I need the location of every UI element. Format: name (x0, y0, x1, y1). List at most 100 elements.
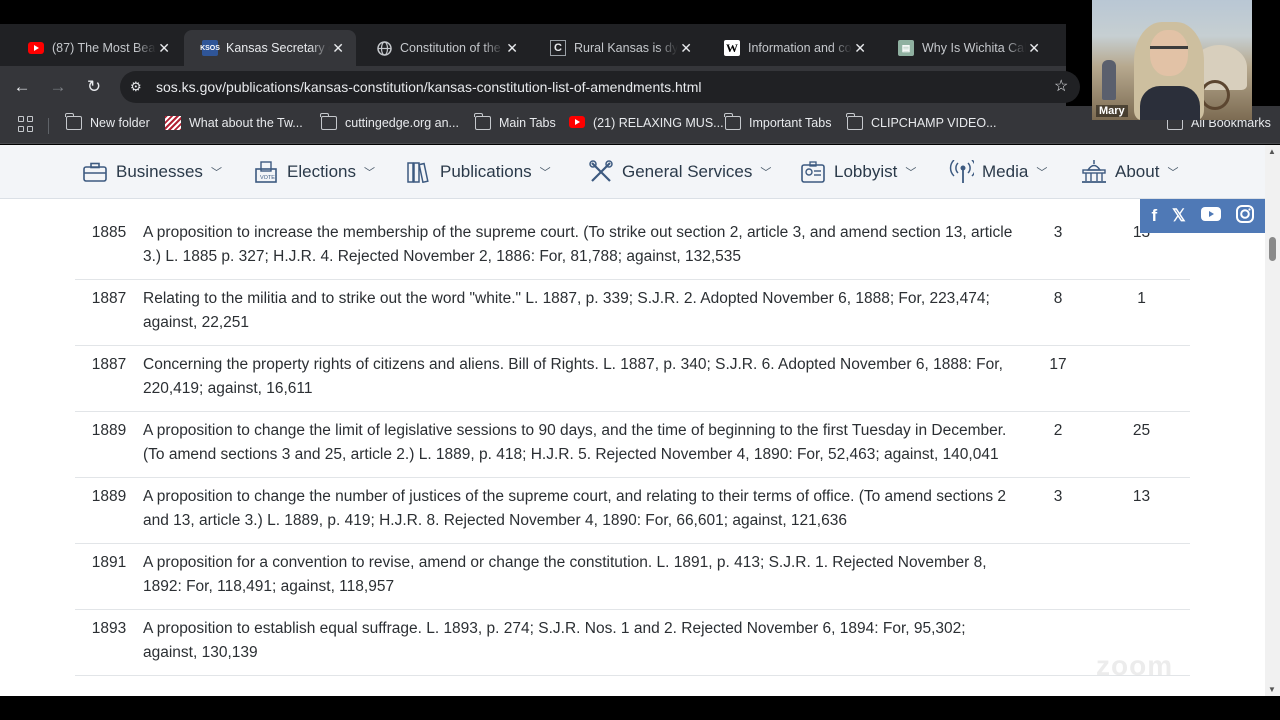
scroll-up-icon[interactable]: ▲ (1268, 147, 1276, 156)
bookmark-label: cuttingedge.org an... (345, 116, 459, 130)
bookmark-label: (21) RELAXING MUS... (593, 116, 724, 130)
bookmark-label: Main Tabs (499, 116, 556, 130)
close-icon[interactable]: ✕ (680, 40, 692, 57)
ballot-box-icon: VOTE (253, 160, 279, 184)
capitol-icon (1081, 160, 1107, 184)
close-icon[interactable]: ✕ (1028, 40, 1040, 57)
year-cell: 1891 (75, 543, 143, 610)
year-cell: 1885 (75, 214, 143, 280)
bookmark-label: New folder (90, 116, 150, 130)
browser-tab[interactable]: ▤ Why Is Wichita Called ✕ (880, 30, 1052, 66)
nav-businesses[interactable]: Businesses ﹀ (82, 159, 222, 185)
description-cell: A proposition to change the limit of leg… (143, 411, 1023, 478)
description-cell: A proposition to change the number of ju… (143, 477, 1023, 544)
bookmark-item[interactable]: (21) RELAXING MUS... (569, 116, 724, 130)
description-cell: Relating to the militia and to strike ou… (143, 279, 1023, 346)
close-icon[interactable]: ✕ (332, 40, 344, 57)
tab-label: Kansas Secretary of State (226, 41, 330, 55)
scrollbar-thumb[interactable] (1269, 237, 1276, 261)
site-info-icon[interactable]: ⚙ (130, 79, 146, 95)
chevron-down-icon: ﹀ (539, 167, 551, 179)
svg-text:VOTE: VOTE (260, 175, 275, 181)
description-cell: A proposition for a convention to revise… (143, 543, 1023, 610)
bookmark-item[interactable]: CLIPCHAMP VIDEO... (846, 113, 997, 130)
screen: (87) The Most Beautiful ✕ KSOS Kansas Se… (0, 0, 1280, 720)
content-viewport: 1885 A proposition to increase the member… (0, 200, 1265, 696)
page-scrollbar[interactable]: ▲ ▼ (1265, 145, 1280, 696)
bookmark-item[interactable]: What about the Tw... (165, 116, 303, 130)
browser-tab[interactable]: (87) The Most Beautiful ✕ (10, 30, 182, 66)
description-cell: A proposition to establish equal suffrag… (143, 609, 1023, 676)
tab-label: (87) The Most Beautiful (52, 41, 156, 55)
scroll-down-icon[interactable]: ▼ (1268, 685, 1276, 694)
nav-general-services[interactable]: General Services ﹀ (588, 159, 771, 185)
webcam-video: Mary (1092, 0, 1252, 120)
table-row: 1891 A proposition for a convention to re… (75, 543, 1190, 610)
tab-label: Rural Kansas is dying (574, 41, 678, 55)
nav-publications[interactable]: Publications ﹀ (406, 159, 551, 185)
bookmark-item[interactable]: New folder (65, 113, 150, 130)
year-cell: 1887 (75, 279, 143, 346)
browser-tab-strip: (87) The Most Beautiful ✕ KSOS Kansas Se… (0, 24, 1066, 66)
year-cell: 1889 (75, 411, 143, 478)
apps-grid-icon[interactable] (18, 116, 34, 132)
close-icon[interactable]: ✕ (506, 40, 518, 57)
bookmarks-bar: New folder What about the Tw... cuttinge… (0, 106, 1280, 144)
browser-tab[interactable]: C Rural Kansas is dying ✕ (532, 30, 704, 66)
bookmark-star-icon[interactable]: ☆ (1054, 76, 1068, 96)
folder-icon (474, 113, 491, 130)
tab-label: Constitution of the State (400, 41, 504, 55)
close-icon[interactable]: ✕ (158, 40, 170, 57)
reload-icon[interactable]: ↻ (83, 76, 105, 98)
article-cell: 8 (1023, 279, 1093, 346)
c-icon: C (550, 40, 566, 56)
table-row: 1887 Concerning the property rights of ci… (75, 345, 1190, 412)
youtube-icon[interactable] (1200, 206, 1221, 226)
nav-label: General Services (622, 162, 753, 181)
chevron-down-icon: ﹀ (210, 167, 222, 179)
briefcase-icon (82, 160, 108, 184)
bookmark-item[interactable]: Important Tabs (724, 113, 832, 130)
browser-tab-active[interactable]: KSOS Kansas Secretary of State ✕ (184, 30, 356, 66)
nav-label: Elections (287, 162, 356, 181)
back-icon[interactable]: ← (11, 76, 33, 98)
person-shirt (1140, 86, 1200, 120)
chevron-down-icon: ﹀ (1036, 167, 1048, 179)
bookmark-item[interactable]: Main Tabs (474, 113, 556, 130)
x-icon[interactable]: 𝕏 (1172, 206, 1186, 226)
mural-wheel (1200, 80, 1230, 110)
description-cell: A proposition to increase the membership… (143, 214, 1023, 280)
nav-lobbyist[interactable]: Lobbyist ﹀ (800, 159, 916, 185)
nav-media[interactable]: Media ﹀ (948, 159, 1047, 185)
facebook-icon[interactable]: f (1151, 206, 1157, 226)
section-cell (1093, 543, 1190, 610)
table-row: 1885 A proposition to increase the member… (75, 214, 1190, 280)
books-icon (406, 160, 432, 184)
site-navigation: Businesses ﹀ VOTE Elections ﹀ Publicatio… (0, 145, 1265, 199)
bookmark-label: Important Tabs (749, 116, 832, 130)
bookmark-item[interactable]: cuttingedge.org an... (320, 113, 459, 130)
folder-icon (65, 113, 82, 130)
nav-about[interactable]: About ﹀ (1081, 159, 1178, 185)
participant-name: Mary (1096, 105, 1128, 117)
youtube-icon (569, 116, 585, 130)
section-cell: 25 (1093, 411, 1190, 478)
tools-icon (588, 160, 614, 184)
close-icon[interactable]: ✕ (854, 40, 866, 57)
amendments-table: 1885 A proposition to increase the member… (75, 214, 1190, 676)
article-cell: 2 (1023, 411, 1093, 478)
folder-icon (724, 113, 741, 130)
browser-tab[interactable]: Constitution of the State ✕ (358, 30, 530, 66)
nav-label: Publications (440, 162, 532, 181)
address-bar[interactable]: ⚙ sos.ks.gov/publications/kansas-constit… (120, 71, 1080, 103)
bookmark-label: CLIPCHAMP VIDEO... (871, 116, 997, 130)
instagram-icon[interactable] (1235, 204, 1254, 228)
article-cell: 17 (1023, 345, 1093, 412)
browser-tab[interactable]: W Information and content ✕ (706, 30, 878, 66)
tab-label: Information and content (748, 41, 852, 55)
forward-icon[interactable]: → (47, 76, 69, 98)
nav-elections[interactable]: VOTE Elections ﹀ (253, 159, 375, 185)
nav-label: About (1115, 162, 1160, 181)
badge-icon (800, 160, 826, 184)
article-cell: 3 (1023, 477, 1093, 544)
